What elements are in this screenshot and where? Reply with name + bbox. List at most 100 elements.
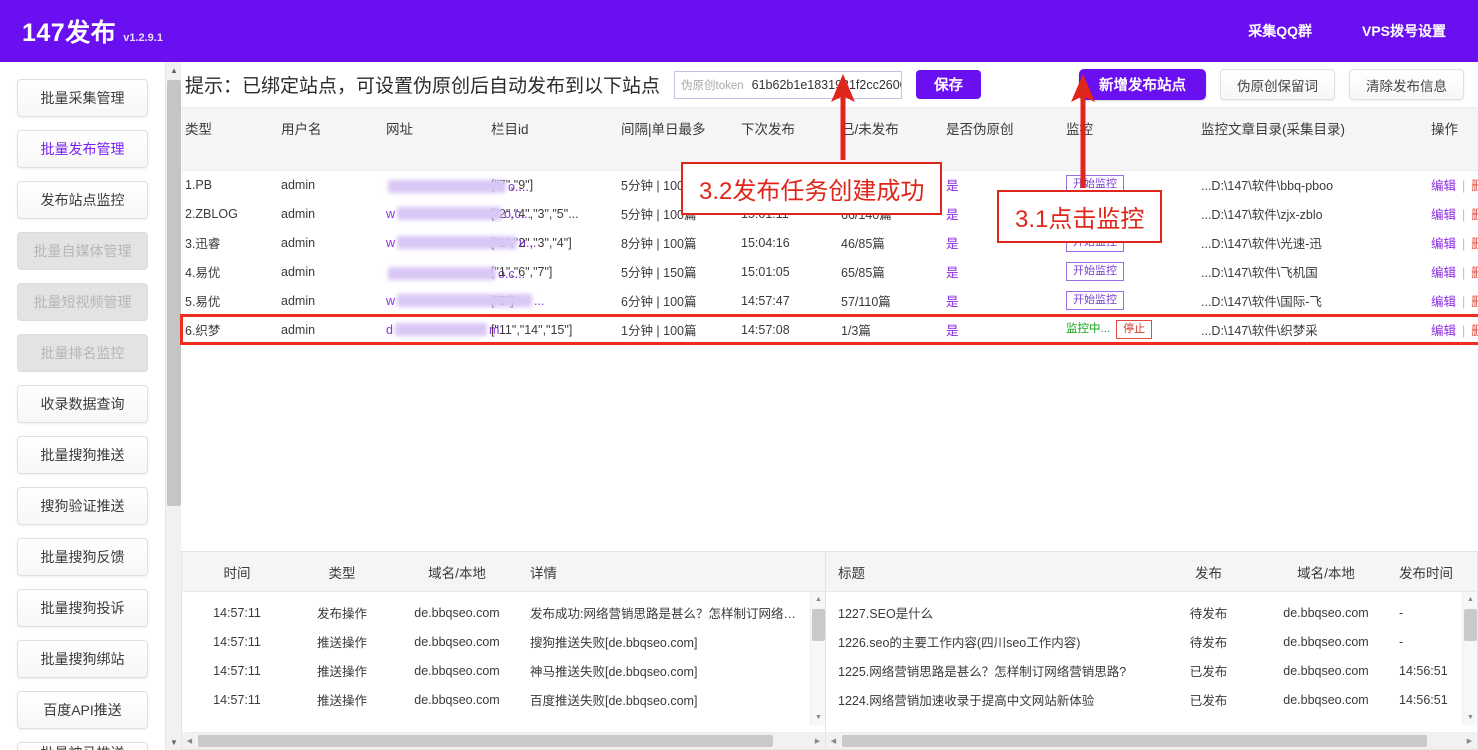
add-publish-site-button[interactable]: 新增发布站点 (1079, 69, 1206, 100)
cell-monitor-directory-value: ...D:\147\软件\国际-飞 (1201, 295, 1322, 309)
log-hscroll-thumb[interactable] (198, 735, 773, 747)
column-header-0: 类型 (181, 108, 281, 171)
sidebar-item-6[interactable]: 收录数据查询 (17, 385, 148, 423)
sidebar-item-2[interactable]: 发布站点监控 (17, 181, 148, 219)
collect-qq-group-button[interactable]: 采集QQ群 (1230, 12, 1330, 50)
operation-log-hscrollbar[interactable]: ◀ ▶ (182, 732, 825, 749)
sidebar-item-1[interactable]: 批量发布管理 (17, 130, 148, 168)
sidebar-item-12[interactable]: 百度API推送 (17, 691, 148, 729)
url-suffix: ... (534, 293, 545, 308)
table-body: 1.PB admin o.... ["7","9"] 5分钟 | 100篇 14:59:5… (180, 170, 1478, 345)
edit-link[interactable]: 编辑 (1431, 179, 1456, 193)
article-scroll-thumb[interactable] (1464, 609, 1477, 641)
cell-is-original-value: 是 (946, 208, 959, 222)
log-scroll-down-icon[interactable]: ▼ (811, 710, 826, 725)
sidebar-item-7[interactable]: 批量搜狗推送 (17, 436, 148, 474)
sidebar-item-label: 批量搜狗绑站 (40, 651, 125, 667)
reserved-words-button[interactable]: 伪原创保留词 (1220, 69, 1335, 100)
log-scroll-left-icon[interactable]: ◀ (182, 733, 197, 749)
table-row[interactable]: 4.易优 admin o.c... ["1","6","7"] 5分钟 | 150篇 15… (181, 257, 1478, 286)
cell-actions: 编辑 | 删除 (1431, 286, 1478, 315)
clear-publish-info-button[interactable]: 清除发布信息 (1349, 69, 1464, 100)
cell-interval: 5分钟 | 100篇 (621, 199, 741, 228)
sidebar-scrollbar[interactable]: ▲ ▼ (165, 62, 182, 750)
table-row[interactable]: 1.PB admin o.... ["7","9"] 5分钟 | 100篇 14:59:5… (181, 170, 1478, 199)
operation-log-vscrollbar[interactable]: ▲ ▼ (810, 592, 825, 725)
vps-dialup-settings-button[interactable]: VPS拨号设置 (1344, 12, 1464, 50)
action-separator: | (1462, 295, 1466, 309)
sidebar-item-13[interactable]: 批量神马推送 (17, 742, 148, 750)
article-scroll-left-icon[interactable]: ◀ (826, 733, 841, 749)
log_panel-cell-detail: 发布成功:网络营销思路是甚么？怎样制订网络营销思… (522, 603, 807, 622)
edit-link[interactable]: 编辑 (1431, 237, 1456, 251)
delete-link[interactable]: 删除 (1471, 324, 1478, 338)
article-hscroll-thumb[interactable] (842, 735, 1427, 747)
start-monitor-button[interactable]: 开始监控 (1066, 261, 1124, 282)
article-list-hscrollbar[interactable]: ◀ ▶ (826, 732, 1477, 749)
start-monitor-button[interactable]: 开始监控 (1066, 290, 1124, 311)
delete-link[interactable]: 删除 (1471, 208, 1478, 222)
list-item[interactable]: 1226.seo的主要工作内容(四川seo工作内容) 待发布 de.bbqseo.c… (826, 627, 1477, 656)
article-list-vscrollbar[interactable]: ▲ ▼ (1462, 592, 1477, 725)
table-row[interactable]: 6.织梦 admin d m ["11","14","15"] 1分钟 | 100篇 14:… (180, 314, 1478, 345)
log_panel-cell-value: 14:57:11 (213, 663, 261, 678)
sidebar-item-9[interactable]: 批量搜狗反馈 (17, 538, 148, 576)
article-scroll-down-icon[interactable]: ▼ (1463, 710, 1478, 725)
sidebar-item-3: 批量自媒体管理 (17, 232, 148, 270)
cell-next-publish-value: 15:04:16 (741, 235, 790, 250)
sidebar-item-label: 批量神马推送 (41, 743, 125, 750)
delete-link[interactable]: 删除 (1471, 237, 1478, 251)
cell-type: 2.ZBLOG (181, 199, 281, 228)
log_panel-column-header-3: 详情 (522, 562, 807, 582)
sidebar-item-10[interactable]: 批量搜狗投诉 (17, 589, 148, 627)
column-header-label: 下次发布 (741, 122, 795, 137)
log_panel-cell-value: de.bbqseo.com (414, 634, 500, 649)
log_panel-cell-domain: de.bbqseo.com (392, 664, 522, 678)
list-item[interactable]: 14:57:11 发布操作 de.bbqseo.com 发布成功:网络营销思路是甚么？… (182, 598, 825, 627)
delete-link[interactable]: 删除 (1471, 266, 1478, 280)
operation-log-header: 时间 类型 域名/本地 详情 (182, 552, 825, 592)
article_panel-cell-title: 1227.SEO是什么 (826, 603, 1156, 622)
list-item[interactable]: 14:57:11 推送操作 de.bbqseo.com 百度推送失败[de.bbqse… (182, 685, 825, 714)
save-button[interactable]: 保存 (916, 70, 982, 99)
edit-link[interactable]: 编辑 (1431, 324, 1456, 338)
stop-monitor-button[interactable]: 停止 (1116, 319, 1153, 340)
article_panel-cell-value: de.bbqseo.com (1283, 692, 1369, 707)
article_panel-cell-value: 1227.SEO是什么 (838, 607, 934, 621)
start-monitor-button[interactable]: 开始监控 (1066, 232, 1124, 253)
log-scroll-right-icon[interactable]: ▶ (810, 733, 825, 749)
sidebar-item-0[interactable]: 批量采集管理 (17, 79, 148, 117)
sidebar-scroll-down-icon[interactable]: ▼ (166, 734, 182, 750)
list-item[interactable]: 14:57:11 推送操作 de.bbqseo.com 搜狗推送失败[de.bbqse… (182, 627, 825, 656)
edit-link[interactable]: 编辑 (1431, 208, 1456, 222)
sidebar-scroll-up-icon[interactable]: ▲ (166, 62, 182, 78)
table-row[interactable]: 2.ZBLOG admin w o.c... ["2","4","3","5"... 5分… (181, 199, 1478, 228)
pseudo-original-token-input[interactable]: 伪原创token 61b62b1e1831931f2cc26006 (674, 70, 903, 99)
edit-link[interactable]: 编辑 (1431, 295, 1456, 309)
delete-link[interactable]: 删除 (1471, 179, 1478, 193)
list-item[interactable]: 14:57:11 推送操作 de.bbqseo.com 神马推送失败[de.bbqse… (182, 656, 825, 685)
article-scroll-up-icon[interactable]: ▲ (1463, 592, 1478, 607)
list-item[interactable]: 1224.网络营销加速收录于提高中文网站新体验 已发布 de.bbqseo.com 1… (826, 685, 1477, 714)
sidebar-item-label: 批量短视频管理 (33, 294, 132, 310)
start-monitor-button[interactable]: 开始监控 (1066, 175, 1124, 195)
cell-url: o.c... (386, 257, 525, 286)
delete-link[interactable]: 删除 (1471, 295, 1478, 309)
list-item[interactable]: 1225.网络营销思路是甚么？怎样制订网络营销思路? 已发布 de.bbqseo.c… (826, 656, 1477, 685)
article-scroll-right-icon[interactable]: ▶ (1462, 733, 1477, 749)
action-separator: | (1462, 179, 1466, 194)
list-item[interactable]: 1227.SEO是什么 待发布 de.bbqseo.com - (826, 598, 1477, 627)
edit-link[interactable]: 编辑 (1431, 266, 1456, 280)
log-scroll-thumb[interactable] (812, 609, 825, 641)
sidebar-item-11[interactable]: 批量搜狗绑站 (17, 640, 148, 678)
cell-interval: 8分钟 | 100篇 (621, 228, 741, 257)
table-row[interactable]: 3.迅睿 admin w u... ["1","2","3","4"] 8分钟 | 100… (181, 228, 1478, 257)
log-scroll-up-icon[interactable]: ▲ (811, 592, 826, 607)
article_panel-cell-time: - (1391, 606, 1471, 620)
sidebar-scroll-thumb[interactable] (167, 80, 181, 506)
start-monitor-button[interactable]: 开始监控 (1066, 203, 1124, 224)
log_panel-cell-value: 搜狗推送失败[de.bbqseo.com] (530, 636, 698, 650)
table-row[interactable]: 5.易优adminw...["5"]6分钟 | 100篇14:57:4757/1… (181, 286, 1478, 315)
bottom-panels: 时间 类型 域名/本地 详情 14:57:11 发布操作 de.bbqseo.com 发布成… (181, 551, 1478, 750)
sidebar-item-8[interactable]: 搜狗验证推送 (17, 487, 148, 525)
